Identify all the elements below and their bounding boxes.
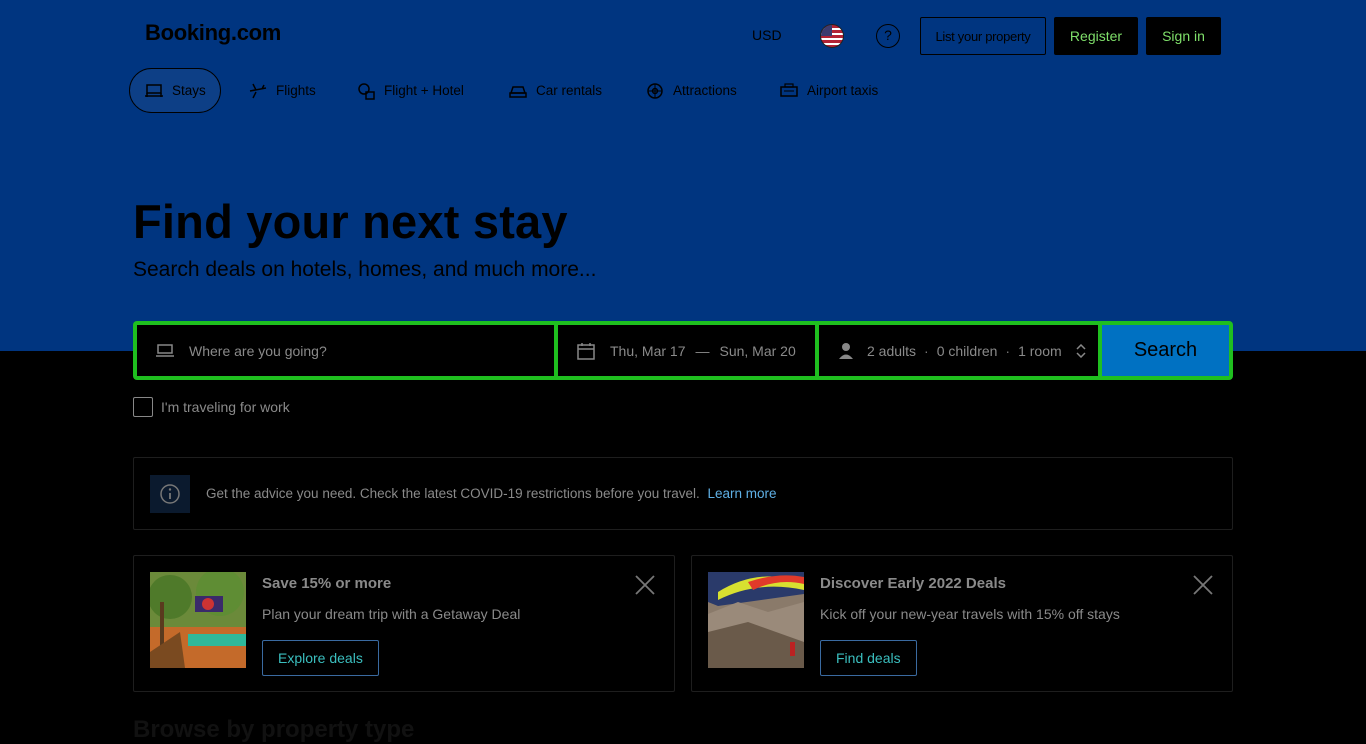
- destination-placeholder: Where are you going?: [189, 342, 327, 359]
- sign-in-button[interactable]: Sign in: [1146, 17, 1221, 55]
- bed-icon: [144, 81, 164, 101]
- nav-item-label: Flight + Hotel: [384, 83, 464, 98]
- notice-text: Get the advice you need. Check the lates…: [206, 486, 700, 501]
- card-title: Save 15% or more: [262, 575, 392, 592]
- separator: ·: [924, 342, 929, 359]
- explore-deals-button[interactable]: Explore deals: [262, 640, 379, 676]
- header-actions: USD ? List your property Register Sign i…: [0, 17, 1366, 55]
- destination-field[interactable]: Where are you going?: [137, 325, 554, 376]
- attractions-icon: [645, 81, 665, 101]
- date-range-field[interactable]: Thu, Mar 17 — Sun, Mar 20: [558, 325, 815, 376]
- card-description: Plan your dream trip with a Getaway Deal: [262, 606, 521, 622]
- search-bar: Where are you going? Thu, Mar 17 — Sun, …: [133, 321, 1233, 380]
- work-travel-label: I'm traveling for work: [161, 399, 290, 415]
- date-separator: —: [695, 342, 710, 359]
- close-icon[interactable]: [634, 574, 656, 596]
- search-button[interactable]: Search: [1102, 325, 1229, 376]
- nav-item-attractions[interactable]: Attractions: [645, 68, 737, 113]
- list-property-button[interactable]: List your property: [920, 17, 1046, 55]
- checkin-date: Thu, Mar 17: [610, 342, 686, 359]
- covid-notice: Get the advice you need. Check the lates…: [133, 457, 1233, 530]
- nav-item-label: Flights: [276, 83, 316, 98]
- register-button[interactable]: Register: [1054, 17, 1138, 55]
- help-icon[interactable]: ?: [876, 24, 900, 48]
- notice-message: Get the advice you need. Check the lates…: [206, 486, 777, 501]
- hero-title: Find your next stay: [133, 195, 568, 248]
- separator: ·: [1005, 342, 1011, 359]
- person-icon: [837, 341, 855, 361]
- calendar-icon: [576, 341, 596, 361]
- flight-hotel-icon: [356, 81, 376, 101]
- deal-image-park: [150, 572, 246, 668]
- work-travel-option[interactable]: I'm traveling for work: [133, 397, 290, 417]
- hero-subtitle: Search deals on hotels, homes, and much …: [133, 258, 597, 281]
- car-icon: [508, 81, 528, 101]
- nav-item-label: Airport taxis: [807, 83, 879, 98]
- rooms-count: 1 room: [1018, 342, 1062, 359]
- card-title: Discover Early 2022 Deals: [820, 575, 1006, 592]
- nav-item-label: Car rentals: [536, 83, 603, 98]
- product-nav: Stays Flights Flight + Hotel Car rentals…: [0, 68, 1366, 113]
- bed-icon: [155, 341, 175, 361]
- work-travel-checkbox[interactable]: [133, 397, 153, 417]
- find-deals-button[interactable]: Find deals: [820, 640, 917, 676]
- info-icon: [150, 474, 190, 513]
- nav-item-car-rentals[interactable]: Car rentals: [508, 68, 602, 113]
- chevron-up-down-icon: [1076, 343, 1086, 358]
- checkout-date: Sun, Mar 20: [719, 342, 796, 359]
- nav-item-label: Attractions: [673, 83, 737, 98]
- guests-field[interactable]: 2 adults · 0 children · 1 room: [819, 325, 1098, 376]
- nav-item-label: Stays: [172, 83, 206, 98]
- deal-card: Discover Early 2022 Deals Kick off your …: [691, 555, 1233, 692]
- deal-image-mountain: [708, 572, 804, 668]
- nav-item-stays[interactable]: Stays: [129, 68, 221, 113]
- us-flag-icon[interactable]: [820, 24, 844, 48]
- children-count: 0 children: [936, 342, 998, 359]
- adults-count: 2 adults: [867, 342, 917, 359]
- taxi-icon: [779, 81, 799, 101]
- nav-item-flight-hotel[interactable]: Flight + Hotel: [356, 68, 464, 113]
- plane-icon: [248, 81, 268, 101]
- currency-selector[interactable]: USD: [752, 27, 782, 43]
- card-description: Kick off your new-year travels with 15% …: [820, 606, 1120, 622]
- nav-item-airport-taxis[interactable]: Airport taxis: [779, 68, 878, 113]
- close-icon[interactable]: [1192, 574, 1214, 596]
- learn-more-link[interactable]: Learn more: [708, 486, 777, 501]
- deal-card: Save 15% or more Plan your dream trip wi…: [133, 555, 675, 692]
- nav-item-flights[interactable]: Flights: [248, 68, 316, 113]
- section-heading: Browse by property type: [133, 716, 415, 743]
